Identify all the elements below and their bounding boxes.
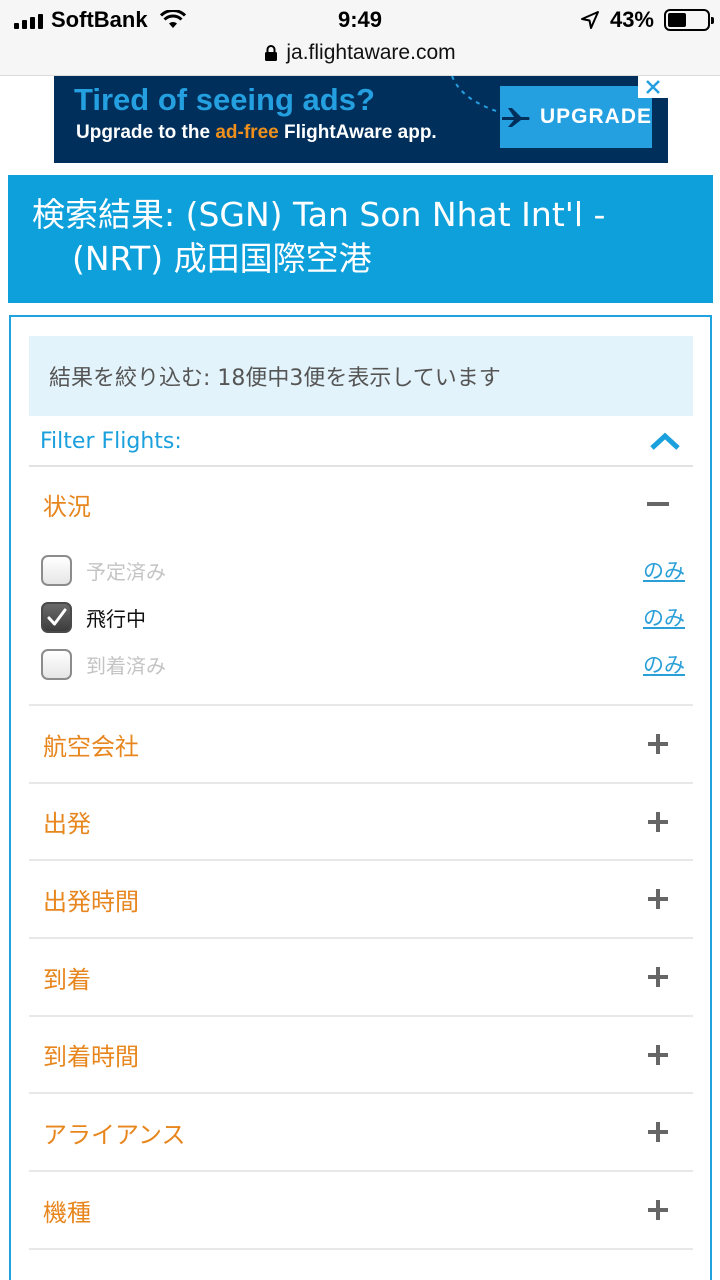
- plus-icon[interactable]: [647, 966, 669, 988]
- ad-subtitle-suffix: FlightAware app.: [278, 122, 437, 143]
- option-label: 飛行中: [86, 606, 146, 631]
- section-departure[interactable]: 出発: [29, 784, 693, 861]
- plus-icon[interactable]: [647, 888, 669, 910]
- plus-icon[interactable]: [647, 1121, 669, 1143]
- only-link-in-flight[interactable]: のみ: [643, 602, 685, 632]
- section-label: 到着: [43, 965, 91, 994]
- section-label: 出発: [43, 810, 91, 838]
- section-arrival[interactable]: 到着: [29, 939, 693, 1017]
- location-arrow-icon: [580, 11, 599, 29]
- ad-subtitle: Upgrade to the ad-free FlightAware app.: [76, 122, 437, 144]
- result-count-box: 結果を絞り込む: 18便中3便を表示しています: [29, 336, 693, 416]
- chevron-up-icon[interactable]: [649, 431, 681, 451]
- status-option-scheduled[interactable]: 予定済み のみ: [41, 552, 685, 588]
- filter-panel: 結果を絞り込む: 18便中3便を表示しています Filter Flights: …: [9, 315, 712, 1280]
- ad-banner[interactable]: Tired of seeing ads? Upgrade to the ad-f…: [54, 76, 668, 163]
- section-label: 機種: [43, 1198, 91, 1227]
- ad-close-button[interactable]: [638, 76, 668, 98]
- section-label: アライアンス: [43, 1120, 186, 1149]
- only-link-scheduled[interactable]: のみ: [643, 555, 685, 585]
- status-option-arrived[interactable]: 到着済み のみ: [41, 646, 685, 682]
- status-bar: SoftBank 9:49 43% ja.flightaware.com: [0, 0, 720, 76]
- section-label: 航空会社: [43, 732, 139, 761]
- plus-icon[interactable]: [647, 733, 669, 755]
- lock-icon: [265, 45, 278, 61]
- section-label: 到着時間: [43, 1043, 139, 1071]
- section-alliance[interactable]: アライアンス: [29, 1094, 693, 1172]
- battery-fill: [668, 13, 687, 27]
- plus-icon[interactable]: [647, 1199, 669, 1221]
- upgrade-label: UPGRADE: [539, 105, 652, 128]
- ad-title: Tired of seeing ads?: [74, 82, 375, 117]
- plus-icon[interactable]: [647, 1044, 669, 1066]
- battery-percent: 43%: [609, 7, 654, 32]
- upgrade-button[interactable]: UPGRADE: [500, 86, 652, 148]
- section-status[interactable]: 状況: [29, 469, 693, 539]
- url-text: ja.flightaware.com: [286, 41, 456, 64]
- section-label: 出発時間: [43, 887, 139, 916]
- section-departure-time[interactable]: 出発時間: [29, 861, 693, 939]
- battery-icon: [664, 9, 714, 31]
- checkbox-in-flight[interactable]: [41, 601, 72, 633]
- minus-icon[interactable]: [647, 493, 669, 515]
- airplane-icon: [501, 108, 530, 127]
- status-option-in-flight[interactable]: 飛行中 のみ: [41, 599, 685, 635]
- plus-icon[interactable]: [647, 811, 669, 833]
- section-aircraft-type[interactable]: 機種: [29, 1172, 693, 1250]
- filter-flights-title: Filter Flights:: [40, 428, 182, 454]
- status-right: 43%: [580, 6, 714, 34]
- filter-flights-header[interactable]: Filter Flights:: [29, 417, 693, 467]
- checkbox-arrived[interactable]: [41, 648, 72, 680]
- checkbox-scheduled[interactable]: [41, 554, 72, 586]
- option-label: 予定済み: [86, 559, 166, 584]
- ad-subtitle-highlight: ad-free: [215, 122, 279, 143]
- ad-subtitle-prefix: Upgrade to the: [76, 122, 216, 143]
- option-label: 到着済み: [86, 653, 166, 678]
- results-header: 検索結果: (SGN) Tan Son Nhat Int'l - (NRT) 成…: [8, 175, 713, 303]
- page-title: 検索結果: (SGN) Tan Son Nhat Int'l - (NRT) 成…: [32, 195, 606, 278]
- result-count-text: 結果を絞り込む: 18便中3便を表示しています: [49, 366, 501, 391]
- only-link-arrived[interactable]: のみ: [643, 649, 685, 679]
- section-arrival-time[interactable]: 到着時間: [29, 1017, 693, 1094]
- checkmark-icon: [47, 608, 67, 625]
- address-bar[interactable]: ja.flightaware.com: [0, 38, 720, 68]
- close-icon: [646, 80, 660, 94]
- status-divider: [29, 697, 693, 706]
- section-label: 状況: [43, 492, 91, 521]
- section-airline[interactable]: 航空会社: [29, 706, 693, 784]
